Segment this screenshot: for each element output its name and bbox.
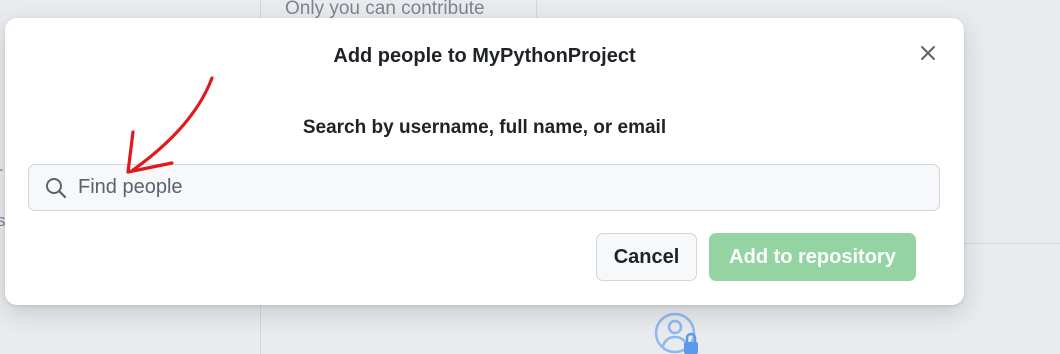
add-people-dialog: Add people to MyPythonProject Search by … xyxy=(5,18,964,305)
search-icon xyxy=(44,176,68,200)
close-icon[interactable] xyxy=(920,45,936,66)
add-to-repository-button[interactable]: Add to repository xyxy=(709,233,916,281)
user-lock-icon xyxy=(654,312,704,354)
close-button[interactable] xyxy=(915,42,941,68)
cancel-button[interactable]: Cancel xyxy=(596,233,697,281)
search-box[interactable] xyxy=(28,164,940,211)
background-divider xyxy=(536,0,537,20)
background-clipped-text: Only you can contribute xyxy=(285,0,485,19)
dialog-title: Add people to MyPythonProject xyxy=(333,45,636,67)
background-edge-text: r xyxy=(0,163,3,183)
find-people-input[interactable] xyxy=(78,176,939,199)
search-heading: Search by username, full name, or email xyxy=(302,117,667,138)
